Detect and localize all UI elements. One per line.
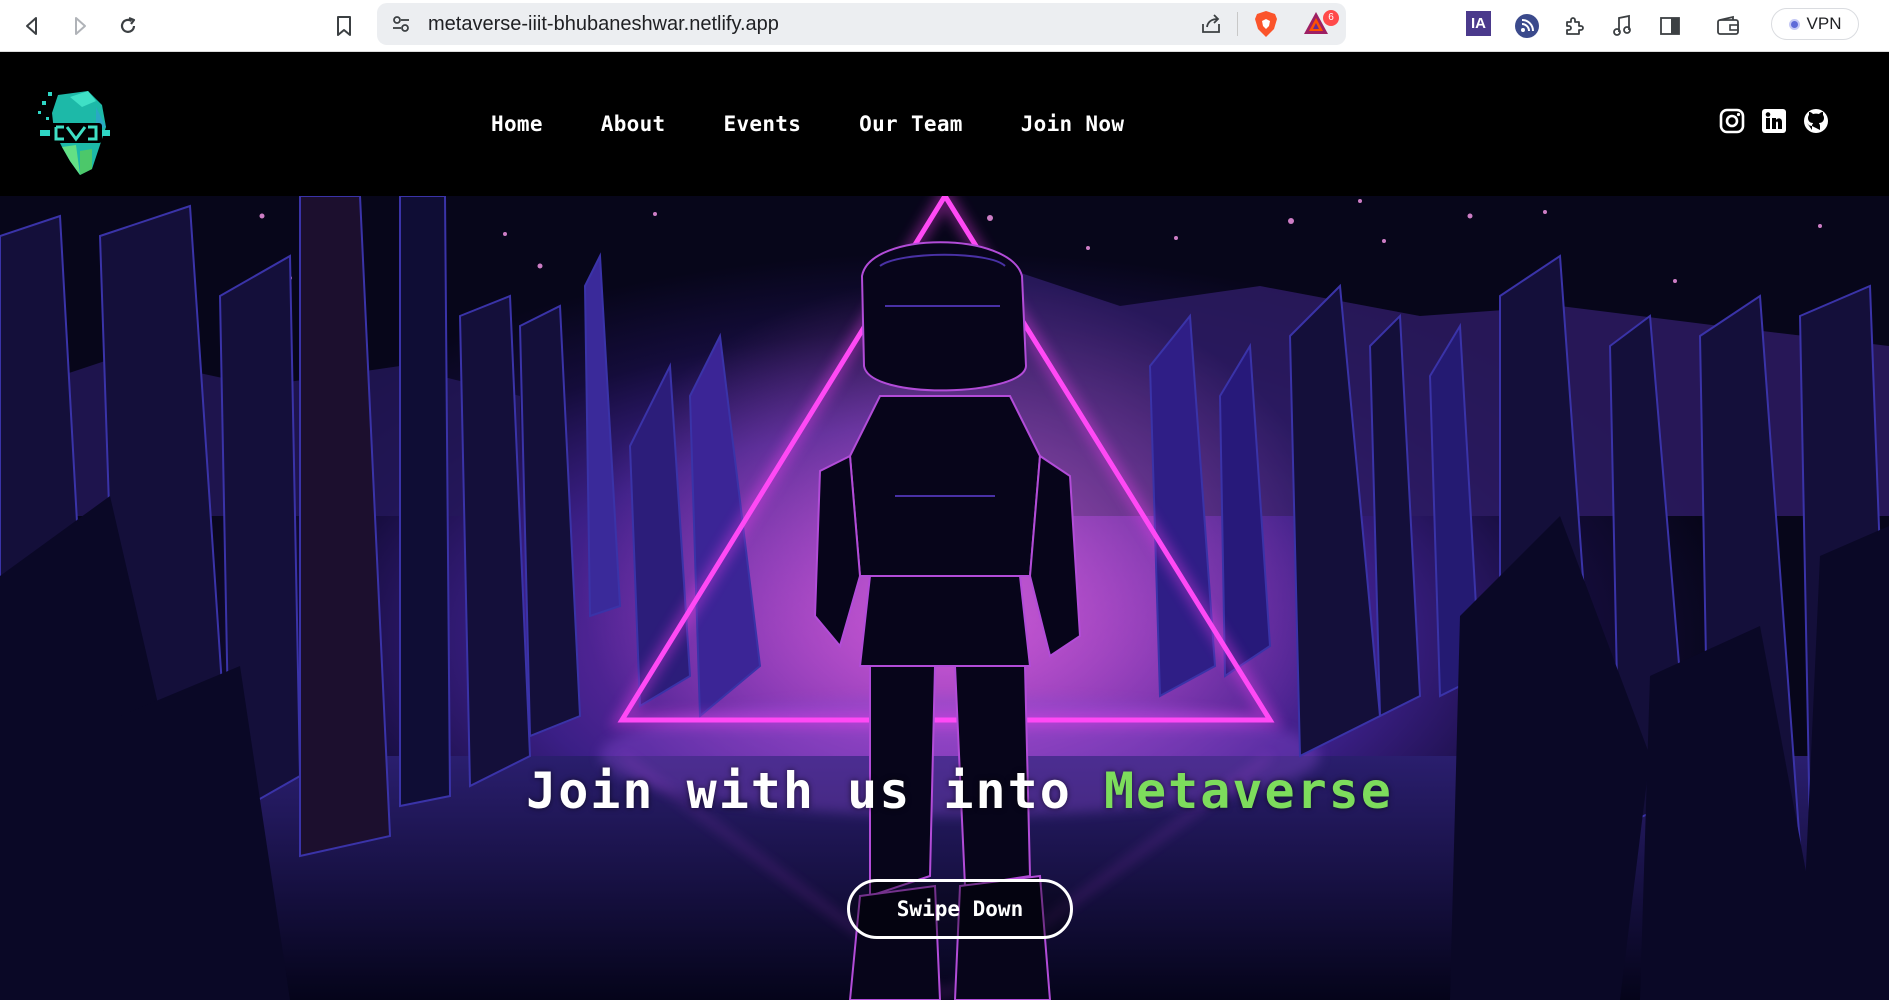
address-bar[interactable]: metaverse-iiit-bhubaneshwar.netlify.app … (377, 3, 1346, 45)
reload-icon[interactable] (112, 10, 144, 42)
site-navbar: Home About Events Our Team Join Now (0, 52, 1889, 196)
instagram-icon[interactable] (1719, 108, 1745, 134)
media-icon[interactable] (1606, 10, 1638, 42)
extensions-icon[interactable] (1558, 10, 1590, 42)
url-text[interactable]: metaverse-iiit-bhubaneshwar.netlify.app (428, 13, 779, 36)
rss-icon[interactable] (1511, 10, 1543, 42)
vpn-icon (1788, 18, 1800, 30)
bookmark-icon[interactable] (328, 10, 360, 42)
vpn-button[interactable]: VPN (1771, 8, 1859, 40)
brave-shields-icon[interactable] (1253, 10, 1279, 38)
hero-title-prefix: Join with us into (526, 762, 1104, 820)
ia-extension-icon[interactable]: IA (1466, 11, 1491, 36)
nav-events[interactable]: Events (724, 112, 802, 136)
hero-section: Join with us into Metaverse Swipe Down (0, 196, 1889, 1000)
wallet-icon[interactable] (1712, 10, 1744, 42)
hero-title-highlight: Metaverse (1103, 762, 1393, 820)
sidebar-icon[interactable] (1654, 10, 1686, 42)
toolbar-divider (1237, 12, 1238, 36)
back-icon[interactable] (16, 10, 48, 42)
swipe-down-button[interactable]: Swipe Down (847, 879, 1073, 939)
site-settings-icon[interactable] (391, 14, 411, 34)
github-icon[interactable] (1803, 108, 1829, 134)
social-links (1719, 108, 1829, 134)
nav-our-team[interactable]: Our Team (859, 112, 963, 136)
forward-icon[interactable] (64, 10, 96, 42)
linkedin-icon[interactable] (1761, 108, 1787, 134)
hero-title: Join with us into Metaverse (0, 762, 1889, 820)
browser-toolbar: metaverse-iiit-bhubaneshwar.netlify.app … (0, 0, 1889, 52)
nav-about[interactable]: About (601, 112, 666, 136)
nav-join-now[interactable]: Join Now (1021, 112, 1125, 136)
share-icon[interactable] (1199, 12, 1223, 36)
main-nav: Home About Events Our Team Join Now (491, 112, 1182, 136)
vpn-label: VPN (1806, 14, 1842, 33)
nav-home[interactable]: Home (491, 112, 543, 136)
rewards-badge-count: 6 (1323, 10, 1339, 26)
metaverse-logo[interactable] (36, 87, 116, 183)
